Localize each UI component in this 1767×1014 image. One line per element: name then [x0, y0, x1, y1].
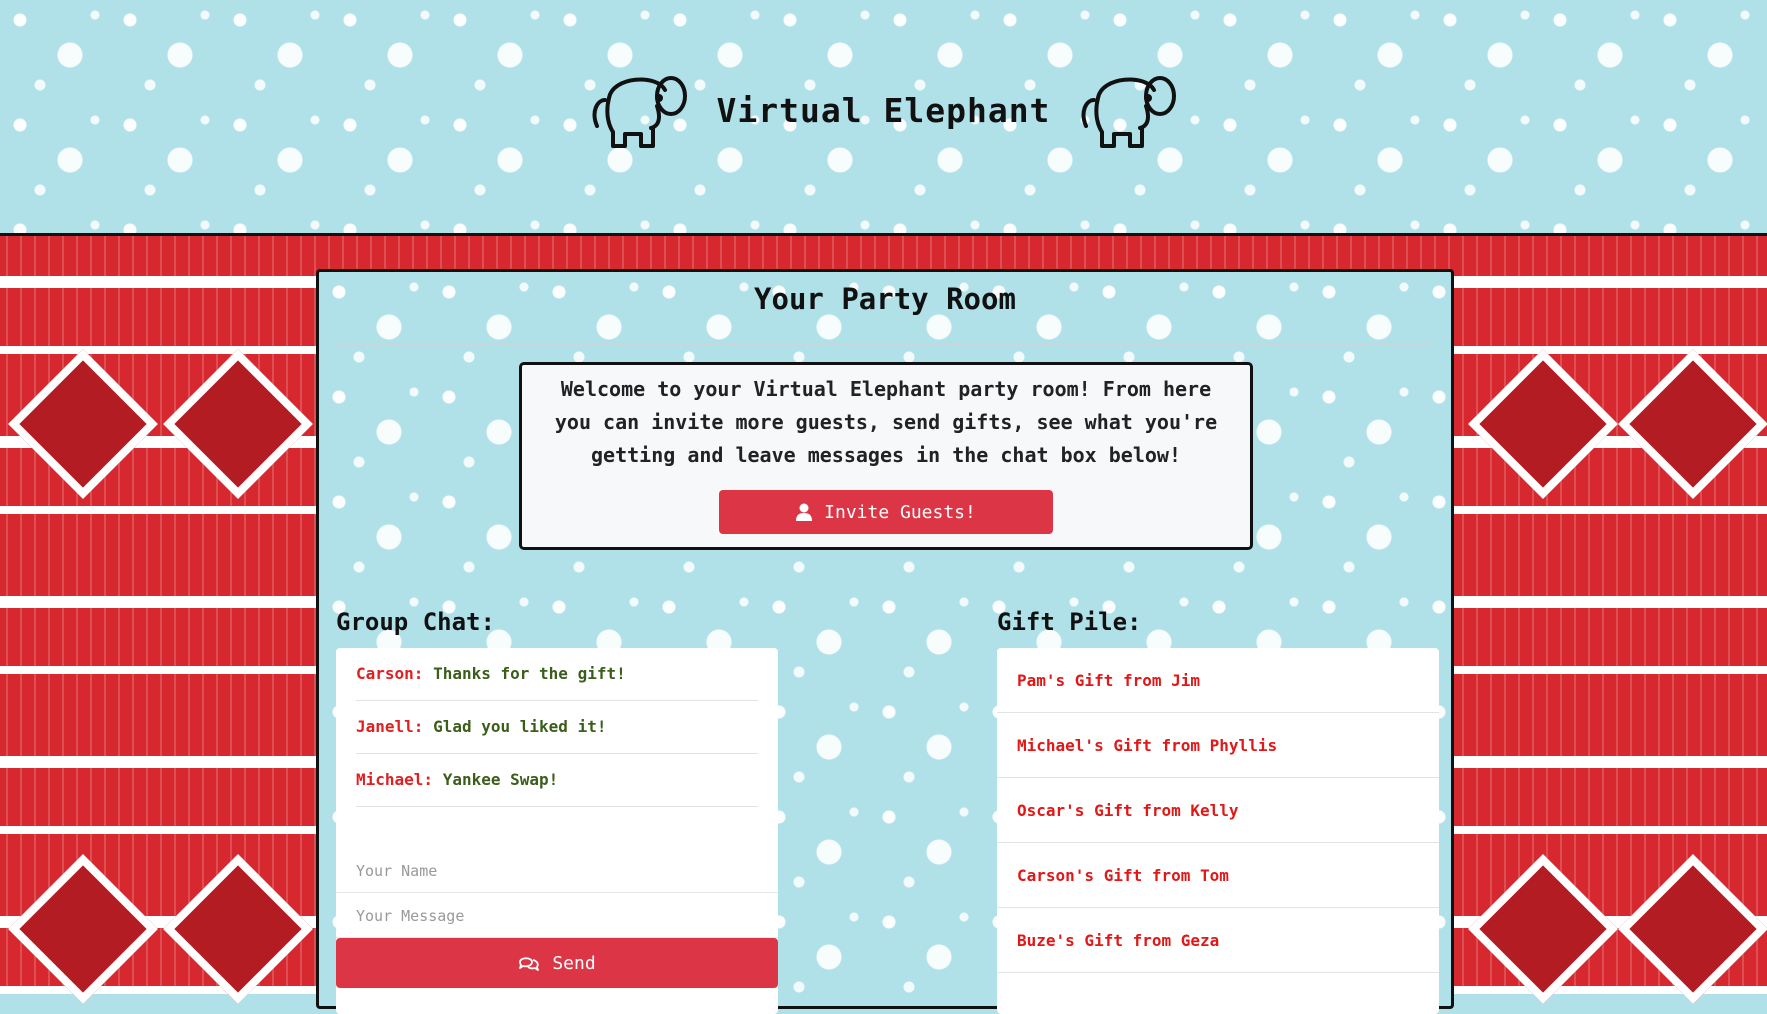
gift-item[interactable]: Buze's Gift from Geza [997, 908, 1439, 973]
brand-title: Virtual Elephant [716, 90, 1051, 130]
chat-author: Carson: [356, 664, 424, 683]
group-chat-label: Group Chat: [336, 608, 495, 636]
chat-text: Yankee Swap! [442, 770, 559, 789]
gift-pile-card: Pam's Gift from Jim Michael's Gift from … [997, 648, 1439, 1014]
chat-text: Glad you liked it! [433, 717, 607, 736]
chat-message: Michael: Yankee Swap! [356, 754, 758, 807]
sweater-pattern [1618, 854, 1767, 1004]
sweater-pattern [163, 854, 313, 1004]
sweater-pattern [1618, 349, 1767, 499]
elephant-icon [1082, 76, 1177, 148]
page-title: Your Party Room [754, 282, 1016, 316]
group-chat-card: Carson: Thanks for the gift! Janell: Gla… [336, 648, 778, 1014]
send-button[interactable]: Send [336, 938, 778, 988]
gift-item[interactable]: Carson's Gift from Tom [997, 843, 1439, 908]
sweater-pattern [163, 349, 313, 499]
invite-guests-button[interactable]: Invite Guests! [719, 490, 1053, 534]
gift-pile-label: Gift Pile: [997, 608, 1142, 636]
chat-author: Michael: [356, 770, 434, 789]
welcome-box: Welcome to your Virtual Elephant party r… [519, 362, 1253, 550]
gift-item[interactable]: Pam's Gift from Jim [997, 648, 1439, 713]
sweater-pattern [8, 349, 158, 499]
sweater-pattern [8, 854, 158, 1004]
chat-text: Thanks for the gift! [433, 664, 626, 683]
name-input[interactable] [336, 849, 778, 893]
message-input[interactable] [336, 894, 778, 938]
chat-message: Janell: Glad you liked it! [356, 701, 758, 754]
site-header: Virtual Elephant [0, 0, 1767, 233]
sweater-pattern [1468, 854, 1618, 1004]
chat-bubbles-icon [519, 957, 540, 971]
sweater-pattern [1468, 349, 1618, 499]
party-room-panel: Your Party Room Welcome to your Virtual … [316, 269, 1454, 1014]
chat-message: Carson: Thanks for the gift! [356, 648, 758, 701]
send-label: Send [552, 952, 596, 974]
gift-item[interactable]: Oscar's Gift from Kelly [997, 778, 1439, 843]
invite-guests-label: Invite Guests! [824, 501, 976, 523]
welcome-text: Welcome to your Virtual Elephant party r… [554, 377, 1218, 467]
gift-item[interactable]: Michael's Gift from Phyllis [997, 713, 1439, 778]
divider [337, 344, 1433, 345]
chat-author: Janell: [356, 717, 424, 736]
brand: Virtual Elephant [0, 70, 1767, 150]
elephant-icon [592, 76, 687, 148]
user-icon [796, 503, 813, 521]
